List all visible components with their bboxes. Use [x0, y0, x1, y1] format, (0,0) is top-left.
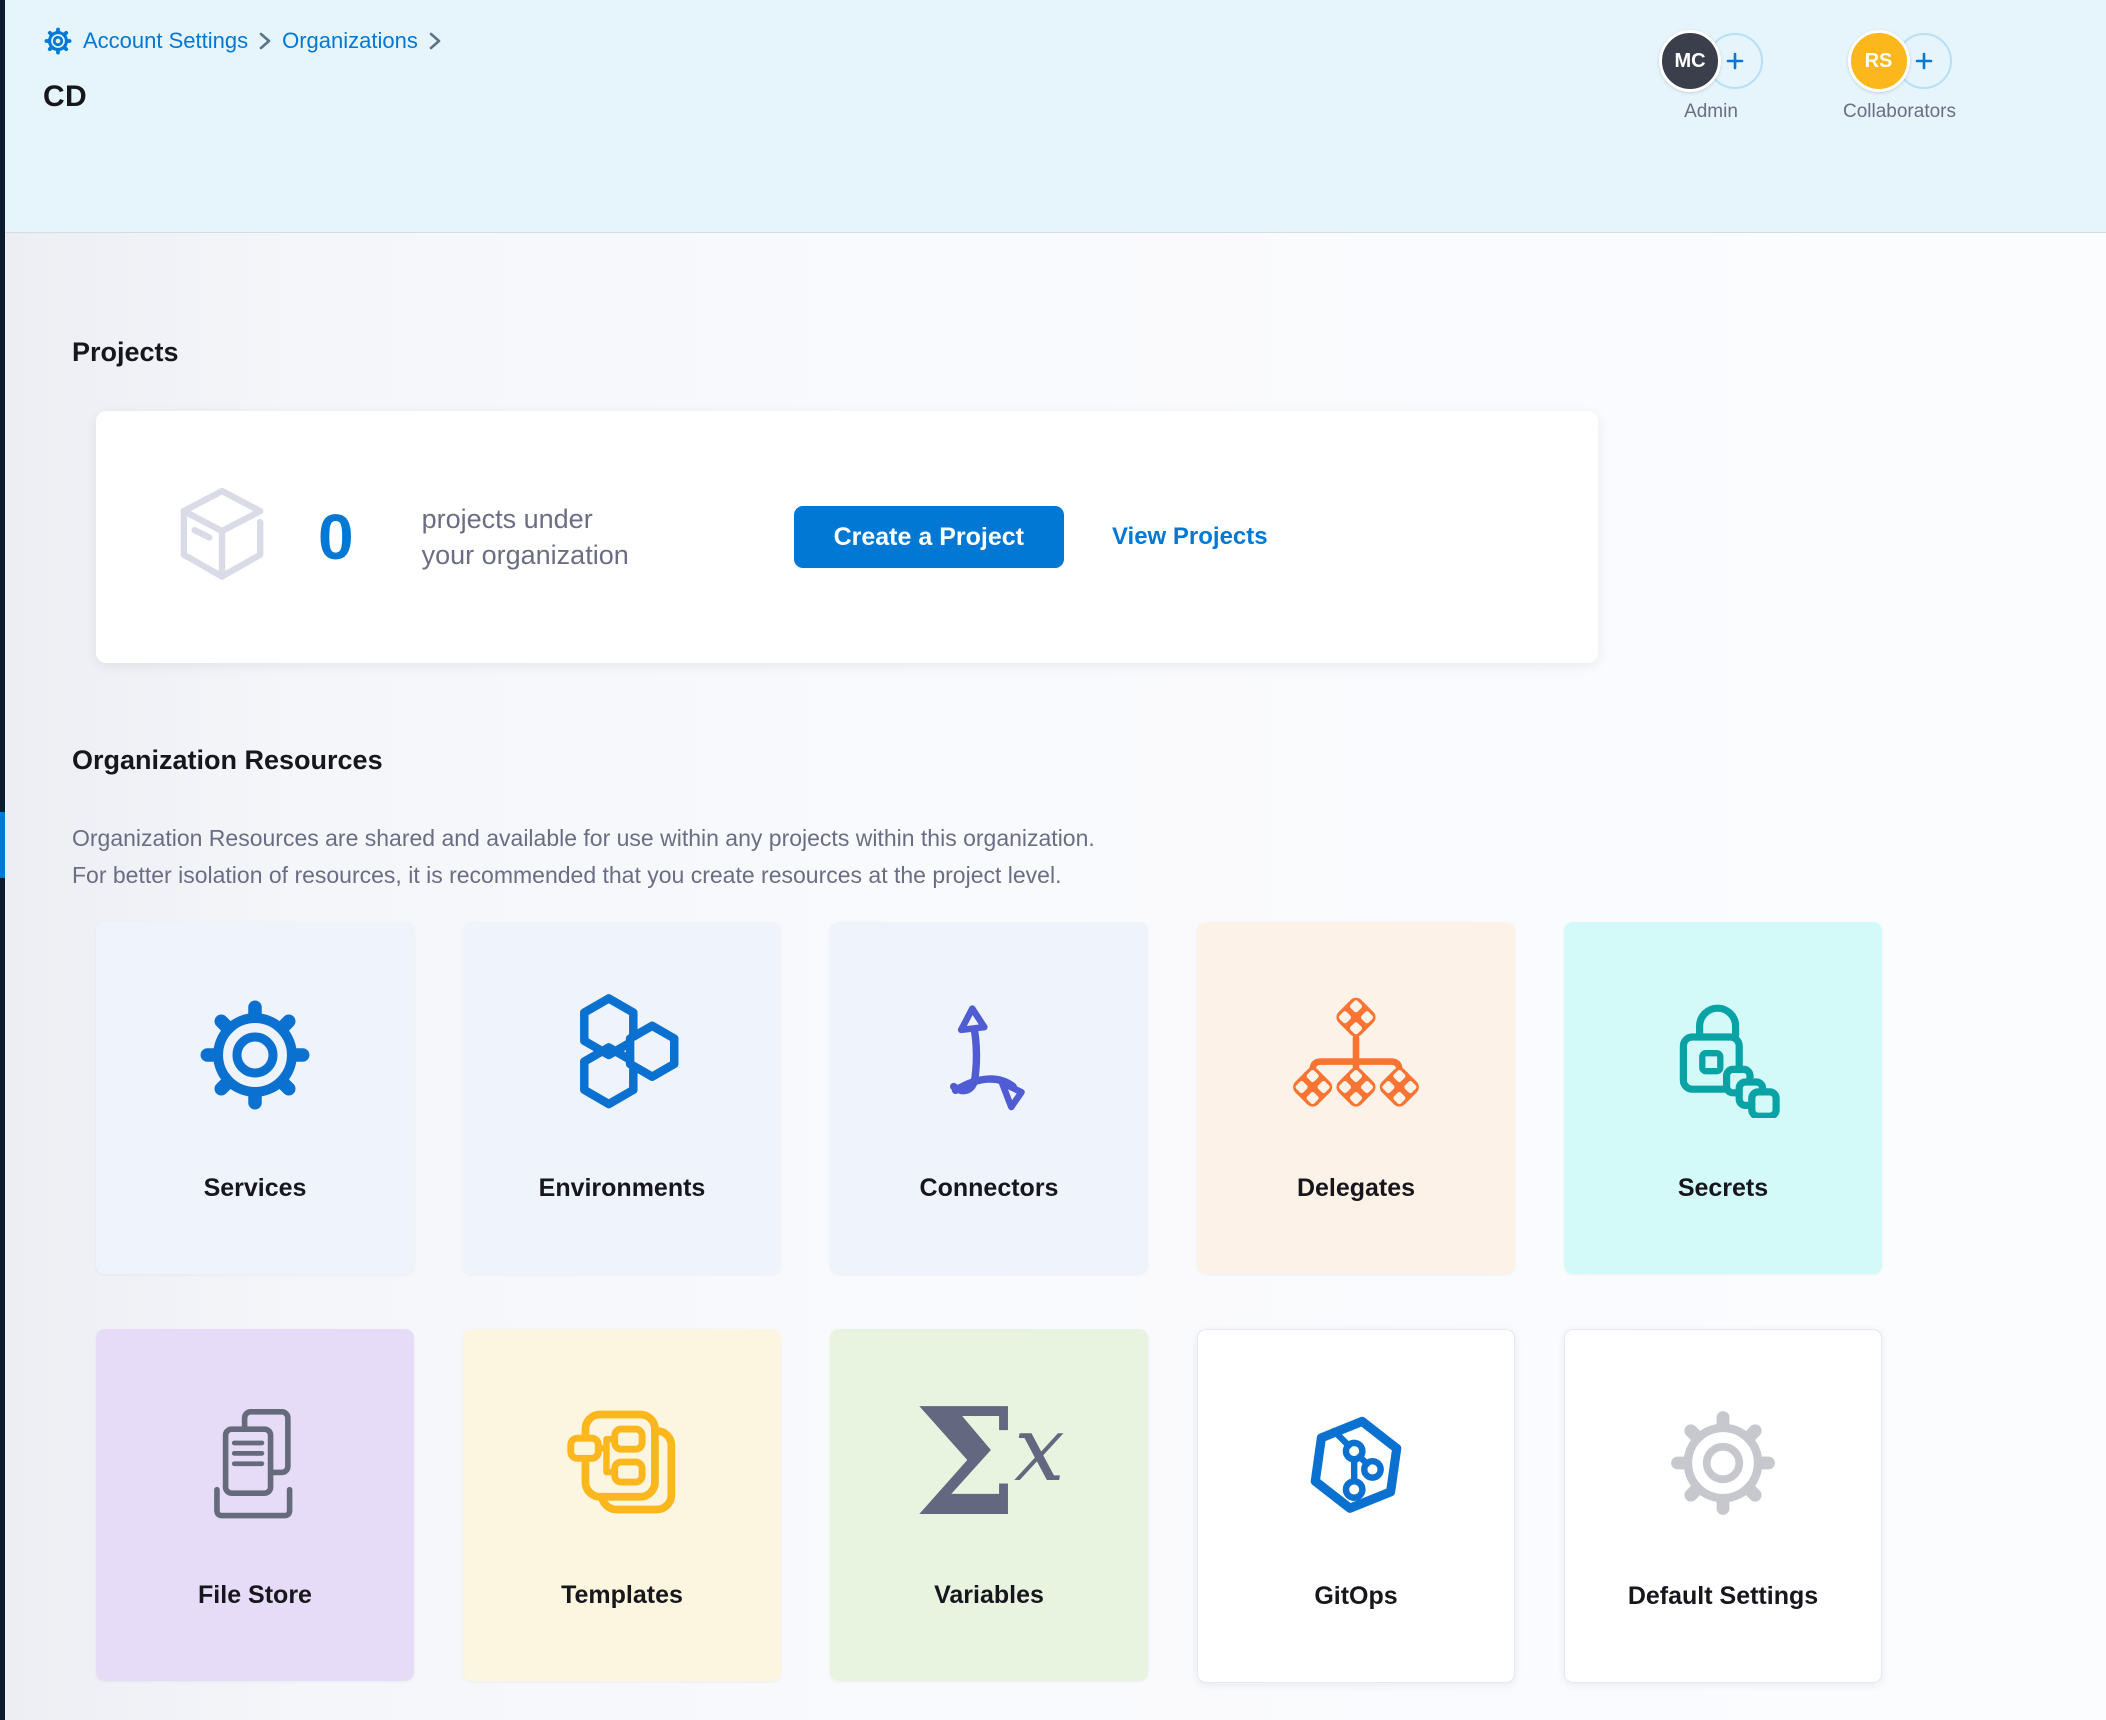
environments-hexagons-icon	[463, 966, 781, 1144]
chevron-right-icon	[258, 30, 272, 52]
delegates-network-icon	[1197, 966, 1515, 1144]
services-gear-icon	[96, 966, 414, 1144]
breadcrumb: Account Settings Organizations	[43, 26, 442, 56]
resource-card-delegates[interactable]: Delegates	[1197, 922, 1515, 1274]
connectors-arrows-icon	[830, 966, 1148, 1144]
page-header: Account Settings Organizations CD MC Adm…	[5, 0, 2106, 233]
resource-card-label: File Store	[96, 1581, 414, 1610]
resource-card-label: Templates	[463, 1581, 781, 1610]
collaborator-avatar[interactable]: RS	[1848, 30, 1910, 92]
templates-flowchart-icon	[463, 1373, 781, 1551]
resource-card-label: Delegates	[1197, 1174, 1515, 1203]
settings-gear-icon	[43, 26, 73, 56]
collaborators-member-group: RS Collaborators	[1843, 30, 1956, 123]
default-settings-gear-icon	[1565, 1374, 1881, 1552]
projects-heading: Projects	[72, 335, 2106, 369]
file-store-documents-icon	[96, 1373, 414, 1551]
organization-resources-heading: Organization Resources	[72, 743, 2106, 777]
plus-icon	[1723, 49, 1747, 73]
collaborators-label: Collaborators	[1843, 101, 1956, 123]
chevron-right-icon	[428, 30, 442, 52]
resource-card-label: Default Settings	[1565, 1582, 1881, 1611]
resource-card-label: Secrets	[1564, 1174, 1882, 1203]
create-project-button[interactable]: Create a Project	[794, 506, 1064, 568]
view-projects-link[interactable]: View Projects	[1112, 523, 1268, 551]
resource-card-label: Connectors	[830, 1174, 1148, 1203]
resource-card-file-store[interactable]: File Store	[96, 1329, 414, 1681]
resource-card-label: GitOps	[1198, 1582, 1514, 1611]
resource-card-variables[interactable]: Σ x Variables	[830, 1329, 1148, 1681]
resource-card-secrets[interactable]: Secrets	[1564, 922, 1882, 1274]
secrets-lock-icon	[1564, 966, 1882, 1144]
resource-card-label: Services	[96, 1174, 414, 1203]
gitops-branch-icon	[1198, 1374, 1514, 1552]
admin-label: Admin	[1684, 101, 1738, 123]
sidebar-accent-indicator	[0, 812, 5, 878]
projects-summary-card[interactable]: 0 projects under your organization Creat…	[96, 411, 1598, 663]
variables-sigma-icon: Σ x	[830, 1373, 1148, 1551]
collapsed-sidebar-strip[interactable]	[0, 0, 5, 1720]
resource-card-environments[interactable]: Environments	[463, 922, 781, 1274]
page-title: CD	[43, 80, 87, 114]
org-members: MC Admin RS Collaborators	[1659, 30, 1956, 123]
main-content: Projects 0 projects under your organizat…	[5, 233, 2106, 1720]
plus-icon	[1912, 49, 1936, 73]
breadcrumb-organizations[interactable]: Organizations	[282, 28, 418, 54]
resource-card-connectors[interactable]: Connectors	[830, 922, 1148, 1274]
admin-member-group: MC Admin	[1659, 30, 1763, 123]
breadcrumb-account-settings[interactable]: Account Settings	[83, 28, 248, 54]
project-cube-icon	[172, 484, 272, 590]
project-count-description: projects under your organization	[422, 501, 722, 573]
resource-card-label: Variables	[830, 1581, 1148, 1610]
resource-card-templates[interactable]: Templates	[463, 1329, 781, 1681]
resources-grid: Services Environments	[96, 922, 2106, 1683]
project-count: 0	[318, 505, 354, 569]
resource-card-services[interactable]: Services	[96, 922, 414, 1274]
admin-avatar[interactable]: MC	[1659, 30, 1721, 92]
resource-card-label: Environments	[463, 1174, 781, 1203]
resource-card-default-settings[interactable]: Default Settings	[1564, 1329, 1882, 1683]
organization-resources-description: Organization Resources are shared and av…	[72, 820, 2106, 894]
resource-card-gitops[interactable]: GitOps	[1197, 1329, 1515, 1683]
